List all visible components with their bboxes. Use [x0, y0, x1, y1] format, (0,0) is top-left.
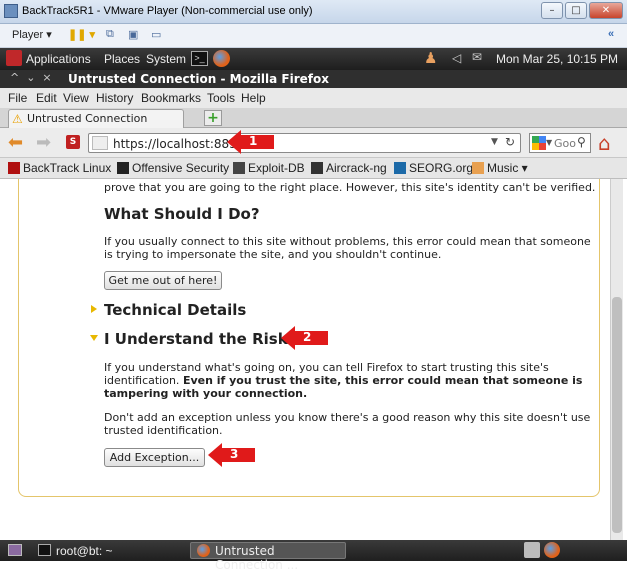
- annotation-arrow-1: 1: [227, 130, 277, 154]
- fullscreen-icon[interactable]: ▣: [128, 28, 138, 41]
- get-me-out-button[interactable]: Get me out of here!: [104, 271, 222, 290]
- firefox-launcher-icon[interactable]: [213, 50, 230, 67]
- search-engine-dropdown-icon[interactable]: ▼: [546, 138, 552, 147]
- what-should-text-1: If you usually connect to this site with…: [104, 235, 591, 248]
- collapse-arrow-icon[interactable]: [90, 335, 98, 341]
- firefox-task-label: Untrusted Connection ...: [215, 544, 299, 572]
- terminal-launcher-icon[interactable]: >_: [191, 51, 208, 66]
- menu-tools[interactable]: Tools: [207, 91, 235, 105]
- backtrack-icon: [8, 162, 20, 174]
- bookmark-folder-music[interactable]: Music ▾: [472, 161, 528, 175]
- search-icon[interactable]: ⚲: [577, 135, 586, 149]
- firefox-tray-icon[interactable]: [544, 542, 560, 558]
- bookmark-seorg[interactable]: SEORG.org: [394, 161, 473, 175]
- navigation-bar: ⬅ ➡ S https://localhost:8834 ▼ ↻ ▼ Goo ⚲…: [0, 128, 627, 158]
- menu-applications[interactable]: Applications: [26, 52, 91, 66]
- bookmarks-toolbar: BackTrack Linux Offensive Security Explo…: [0, 158, 627, 179]
- menu-help[interactable]: Help: [241, 91, 266, 105]
- gnome-top-panel: Applications Places System >_ ♟ ◁ ✉ Mon …: [0, 48, 627, 70]
- scrollbar-thumb[interactable]: [612, 297, 622, 533]
- vmware-title: BackTrack5R1 - VMware Player (Non-commer…: [22, 5, 313, 17]
- user-icon[interactable]: ♟: [424, 49, 437, 67]
- exploit-db-icon: [233, 162, 245, 174]
- page-content: prove that you are going to the right pl…: [0, 179, 610, 540]
- back-icon[interactable]: ⬅: [8, 132, 23, 153]
- firefox-menu-bar: File Edit View History Bookmarks Tools H…: [0, 88, 627, 108]
- addon-icon[interactable]: S: [66, 135, 80, 149]
- devices-icon[interactable]: ⧉: [106, 28, 114, 41]
- top-line-text: prove that you are going to the right pl…: [104, 181, 596, 194]
- collapse-icon[interactable]: «: [608, 28, 614, 40]
- expand-arrow-icon[interactable]: [91, 305, 97, 313]
- vmware-toolbar: Player ▾ ❚❚ ▾ ⧉ ▣ ▭ «: [0, 24, 627, 48]
- forward-icon[interactable]: ➡: [36, 132, 51, 153]
- maximize-button[interactable]: □: [565, 2, 587, 19]
- mail-icon[interactable]: ✉: [472, 50, 482, 64]
- menu-system[interactable]: System: [146, 52, 186, 66]
- window-menu-icons[interactable]: ^ ⌄ ×: [10, 71, 52, 84]
- annotation-arrow-3: 3: [208, 443, 258, 467]
- url-bar[interactable]: https://localhost:8834 ▼ ↻: [88, 133, 521, 153]
- clock[interactable]: Mon Mar 25, 10:15 PM: [496, 52, 618, 66]
- what-should-heading: What Should I Do?: [104, 205, 260, 223]
- reload-icon[interactable]: ↻: [505, 135, 515, 149]
- search-placeholder: Goo: [554, 137, 576, 150]
- understand-risks-heading[interactable]: I Understand the Risks: [104, 330, 297, 348]
- player-menu[interactable]: Player ▾: [12, 28, 52, 41]
- seorg-icon: [394, 162, 406, 174]
- bookmark-exploit-db[interactable]: Exploit-DB: [233, 161, 305, 175]
- add-exception-button[interactable]: Add Exception...: [104, 448, 205, 467]
- show-desktop-icon[interactable]: [8, 544, 22, 556]
- unity-icon[interactable]: ▭: [151, 28, 161, 41]
- trash-icon[interactable]: [524, 542, 540, 558]
- vmware-logo-icon: [4, 4, 18, 18]
- search-bar[interactable]: ▼ Goo ⚲: [529, 133, 591, 153]
- risks-text-2: identification. Even if you trust the si…: [104, 374, 583, 387]
- pause-icon[interactable]: ❚❚ ▾: [68, 28, 95, 41]
- offsec-icon: [117, 162, 129, 174]
- firefox-title-bar: ^ ⌄ × Untrusted Connection - Mozilla Fir…: [0, 70, 627, 88]
- home-icon[interactable]: ⌂: [598, 131, 611, 155]
- aircrack-icon: [311, 162, 323, 174]
- tab-untrusted-connection[interactable]: ⚠ Untrusted Connection: [8, 109, 184, 128]
- terminal-task-icon: [38, 544, 51, 556]
- dont-add-text-1: Don't add an exception unless you know t…: [104, 411, 591, 424]
- menu-history[interactable]: History: [96, 91, 133, 105]
- dont-add-text-2: trusted identification.: [104, 424, 223, 437]
- folder-icon: [472, 162, 484, 174]
- google-icon[interactable]: [532, 136, 546, 150]
- tab-bar: ⚠ Untrusted Connection +: [0, 108, 627, 128]
- scrollbar[interactable]: [610, 179, 623, 540]
- technical-details-heading[interactable]: Technical Details: [104, 301, 246, 319]
- terminal-task[interactable]: root@bt: ~: [56, 544, 113, 558]
- gnome-bottom-panel: root@bt: ~ Untrusted Connection ...: [0, 540, 627, 572]
- site-identity-icon[interactable]: [92, 136, 108, 150]
- minimize-button[interactable]: –: [541, 2, 563, 19]
- menu-places[interactable]: Places: [104, 52, 140, 66]
- menu-view[interactable]: View: [63, 91, 89, 105]
- menu-bookmarks[interactable]: Bookmarks: [141, 91, 201, 105]
- firefox-task-icon: [197, 544, 210, 557]
- menu-file[interactable]: File: [8, 91, 27, 105]
- annotation-arrow-2: 2: [281, 326, 331, 350]
- firefox-task[interactable]: Untrusted Connection ...: [190, 542, 346, 572]
- url-text: https://localhost:8834: [113, 137, 245, 151]
- close-button[interactable]: ✕: [589, 2, 623, 19]
- bookmark-backtrack-linux[interactable]: BackTrack Linux: [8, 161, 111, 175]
- bookmark-offensive-security[interactable]: Offensive Security: [117, 161, 229, 175]
- warning-icon: ⚠: [12, 112, 23, 126]
- firefox-window-title: Untrusted Connection - Mozilla Firefox: [68, 72, 329, 86]
- url-dropdown-icon[interactable]: ▼: [491, 137, 498, 147]
- bookmark-aircrack-ng[interactable]: Aircrack-ng: [311, 161, 387, 175]
- risks-text-3: tampering with your connection.: [104, 387, 308, 400]
- backtrack-dragon-icon: [6, 50, 22, 66]
- what-should-text-2: is trying to impersonate the site, and y…: [104, 248, 442, 261]
- new-tab-button[interactable]: +: [204, 110, 222, 126]
- vmware-title-bar: BackTrack5R1 - VMware Player (Non-commer…: [0, 0, 627, 24]
- tab-label: Untrusted Connection: [27, 112, 148, 125]
- volume-icon[interactable]: ◁: [452, 51, 461, 65]
- risks-text-1: If you understand what's going on, you c…: [104, 361, 549, 374]
- menu-edit[interactable]: Edit: [36, 91, 57, 105]
